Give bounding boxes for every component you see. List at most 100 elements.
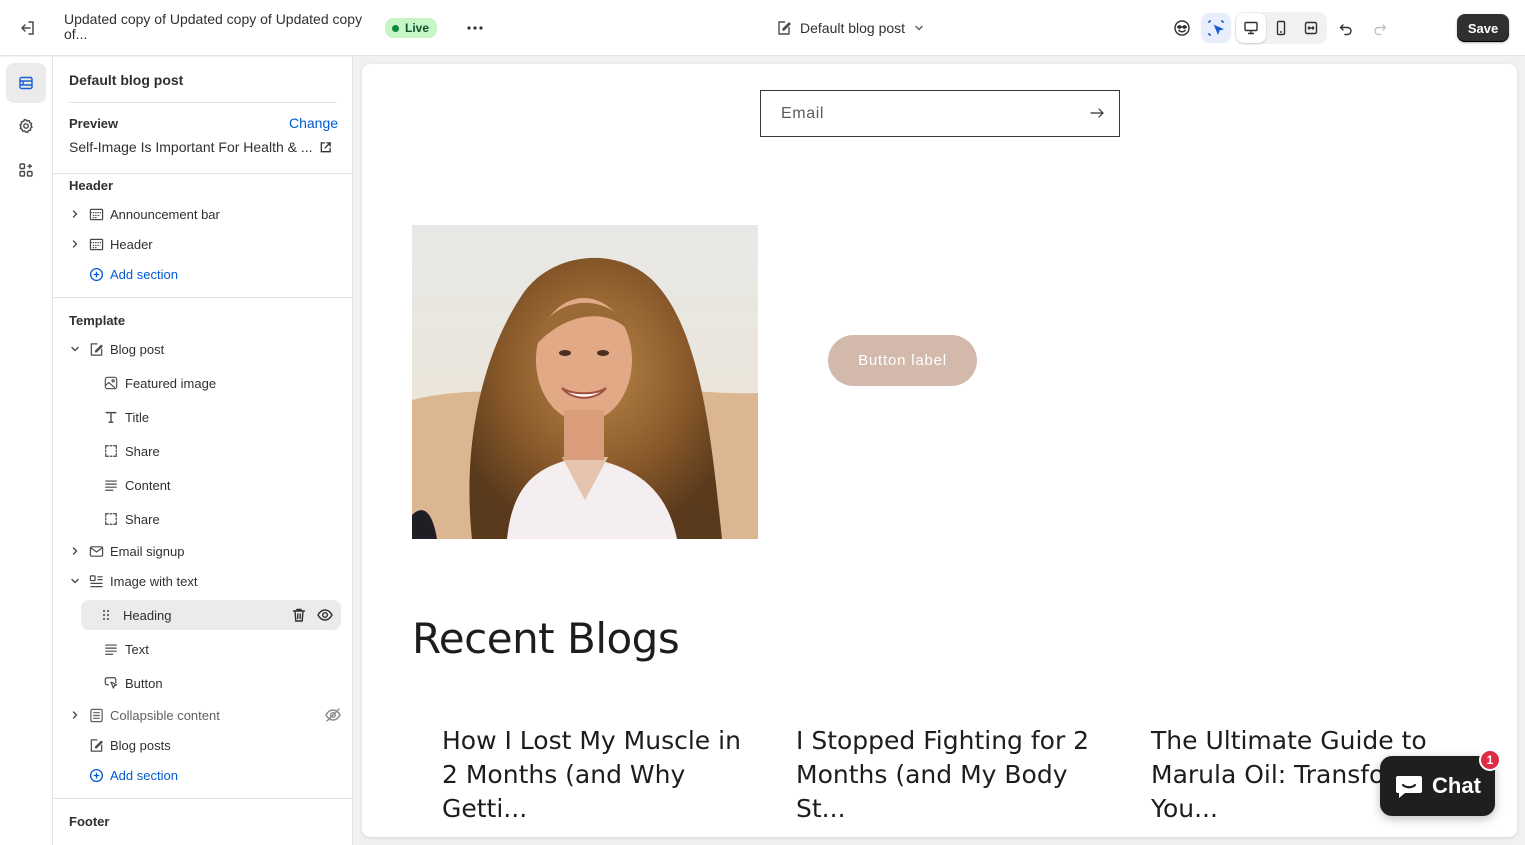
gear-icon (19, 118, 33, 134)
external-link-icon[interactable] (319, 141, 332, 154)
email-placeholder: Email (781, 104, 825, 122)
more-horizontal-icon (467, 26, 483, 30)
block-label: Content (125, 477, 171, 493)
email-icon (88, 543, 104, 559)
blog-card-title[interactable]: I Stopped Fighting for 2 Months (and My … (796, 724, 1096, 826)
chevron-down-icon (915, 25, 923, 31)
page-edit-icon (88, 737, 104, 753)
footer-group-label: Footer (69, 814, 110, 829)
more-actions-button[interactable] (460, 14, 490, 42)
editor-topbar: Updated copy of Updated copy of Updated … (0, 0, 1525, 56)
cta-button[interactable]: Button label (828, 335, 977, 386)
chevron-right-icon[interactable] (69, 709, 81, 721)
section-collapsible-content[interactable]: Collapsible content (69, 700, 341, 730)
template-group-label: Template (69, 313, 126, 328)
image-with-text-icon (88, 573, 104, 589)
featured-photo (412, 225, 758, 539)
chevron-down-icon[interactable] (69, 575, 81, 587)
select-tool-button[interactable] (1201, 13, 1231, 43)
full-width-icon (1304, 21, 1318, 35)
text-title-icon (103, 409, 119, 425)
section-blog-post[interactable]: Blog post (69, 334, 341, 364)
image-icon (103, 375, 119, 391)
panel-divider (53, 798, 352, 799)
section-label: Blog post (110, 341, 165, 357)
block-label: Title (125, 409, 150, 425)
rail-apps-button[interactable] (6, 150, 46, 190)
topbar-tools (1167, 12, 1395, 44)
arrow-right-icon[interactable] (1089, 105, 1105, 121)
change-preview-link[interactable]: Change (289, 115, 338, 131)
section-blog-posts[interactable]: Blog posts (69, 730, 341, 760)
eye-icon[interactable] (317, 607, 333, 623)
email-signup-input[interactable]: Email (760, 90, 1120, 137)
add-section-label: Add section (110, 266, 178, 282)
block-label: Heading (123, 607, 172, 623)
dashed-frame-icon (103, 511, 119, 527)
preview-label: Preview (69, 116, 119, 131)
sections-icon (19, 76, 33, 90)
block-text[interactable]: Text (103, 634, 352, 664)
redo-icon (1374, 24, 1387, 36)
preview-value[interactable]: Self-Image Is Important For Health & ... (69, 139, 332, 155)
chevron-right-icon[interactable] (69, 208, 81, 220)
add-section-header-button[interactable]: Add section (69, 259, 341, 289)
block-label: Share (125, 511, 160, 527)
panel-divider (53, 297, 352, 298)
desktop-icon (1244, 21, 1258, 35)
section-label: Header (110, 236, 153, 252)
text-lines-icon (103, 477, 119, 493)
chevron-down-icon[interactable] (69, 343, 81, 355)
inspector-button[interactable] (1167, 13, 1197, 43)
chat-widget-button[interactable]: Chat (1380, 756, 1495, 816)
add-section-label: Add section (110, 767, 178, 783)
template-selector[interactable]: Default blog post (770, 14, 931, 42)
sidebar-rail (0, 57, 53, 845)
collapsible-icon (88, 707, 104, 723)
eye-hidden-icon[interactable] (325, 707, 341, 723)
section-image-with-text[interactable]: Image with text (69, 566, 341, 596)
rail-settings-button[interactable] (6, 106, 46, 146)
header-group-label: Header (69, 178, 114, 193)
section-announcement-bar[interactable]: Announcement bar (69, 199, 341, 229)
trash-icon[interactable] (291, 607, 307, 623)
block-featured-image[interactable]: Featured image (103, 368, 352, 398)
desktop-view-button[interactable] (1236, 13, 1266, 43)
add-section-template-button[interactable]: Add section (69, 760, 341, 790)
plus-circle-icon (88, 266, 104, 282)
fullwidth-view-button[interactable] (1296, 13, 1326, 43)
block-heading[interactable]: Heading (81, 600, 341, 630)
block-button[interactable]: Button (103, 668, 352, 698)
status-badge-label: Live (405, 21, 430, 35)
section-label: Announcement bar (110, 206, 220, 222)
block-title[interactable]: Title (103, 402, 352, 432)
chevron-right-icon[interactable] (69, 545, 81, 557)
rail-sections-button[interactable] (6, 63, 46, 103)
theme-title: Updated copy of Updated copy of Updated … (64, 11, 363, 42)
chat-bubble-icon (1396, 776, 1423, 798)
section-header[interactable]: Header (69, 229, 341, 259)
sections-panel: Default blog post Preview Change Self-Im… (53, 57, 353, 845)
section-layout-icon (88, 236, 104, 252)
panel-divider (53, 173, 352, 174)
chevron-right-icon[interactable] (69, 238, 81, 250)
exit-button[interactable] (14, 14, 42, 42)
undo-button[interactable] (1331, 13, 1361, 43)
save-button[interactable]: Save (1457, 14, 1509, 42)
redo-button[interactable] (1365, 13, 1395, 43)
block-share[interactable]: Share (103, 436, 352, 466)
viewport-toggle (1235, 12, 1327, 44)
blog-card-title[interactable]: How I Lost My Muscle in 2 Months (and Wh… (442, 724, 742, 826)
chat-unread-badge: 1 (1479, 749, 1501, 771)
plus-circle-icon (88, 767, 104, 783)
section-label: Blog posts (110, 737, 171, 753)
drag-handle-icon[interactable] (99, 609, 113, 621)
section-email-signup[interactable]: Email signup (69, 536, 341, 566)
undo-icon (1339, 24, 1352, 36)
mobile-view-button[interactable] (1266, 13, 1296, 43)
block-content[interactable]: Content (103, 470, 352, 500)
section-label: Email signup (110, 543, 185, 559)
block-share[interactable]: Share (103, 504, 352, 534)
panel-title: Default blog post (69, 72, 184, 88)
page-edit-icon (778, 21, 791, 35)
